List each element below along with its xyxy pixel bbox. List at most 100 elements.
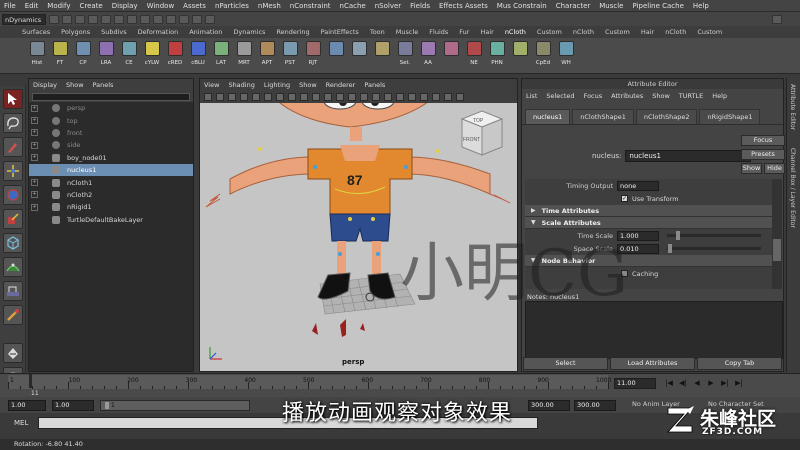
outliner-item-front[interactable]: + front [29,127,193,139]
snap-curve-icon[interactable] [140,14,150,24]
playback-start-field[interactable]: 1.00 [52,400,94,411]
outliner-menu-display[interactable]: Display [33,81,57,89]
outliner-item-boy-node01[interactable]: + boy_node01 [29,152,193,164]
menu-help[interactable]: Help [693,2,709,10]
ae-menu-help[interactable]: Help [712,92,727,100]
outliner-item-persp[interactable]: + persp [29,102,193,114]
shelf-tab-surfaces[interactable]: Surfaces [22,28,50,36]
camera-lock-icon[interactable] [420,93,428,101]
channel-box-toggle-icon[interactable] [772,14,782,24]
wireframe-icon[interactable] [288,93,296,101]
render-icon[interactable] [179,14,189,24]
shelf-button-cped[interactable]: CpEd [532,41,554,71]
section-time-attributes[interactable]: ▶ Time Attributes [525,205,772,217]
use-transform-checkbox[interactable]: ✓ [621,195,628,202]
menu-display[interactable]: Display [112,2,138,10]
hide-button[interactable]: Hide [764,163,785,174]
menu-create[interactable]: Create [79,2,102,10]
select-tool-icon[interactable] [3,89,23,109]
shelf-tab-muscle[interactable]: Muscle [396,28,419,36]
shadows-icon[interactable] [336,93,344,101]
tab-nrigidshape1[interactable]: nRigidShape1 [699,109,761,124]
shelf-button-cp[interactable]: CP [72,41,94,71]
go-to-start-button[interactable]: |◀ [662,378,676,389]
start-time-field[interactable]: 1.00 [8,400,46,411]
menu-muscle[interactable]: Muscle [599,2,623,10]
camera-attributes-icon[interactable] [216,93,224,101]
menu-set-dropdown[interactable]: nDynamics [2,13,46,25]
shelf-button-pst[interactable]: PST [279,41,301,71]
lights-icon[interactable] [324,93,332,101]
outliner-item-nrigid1[interactable]: + nRigid1 [29,201,193,213]
aa-icon[interactable] [396,93,404,101]
shelf-button-lat[interactable]: LAT [210,41,232,71]
menu-nparticles[interactable]: nParticles [215,2,249,10]
resolution-gate-icon[interactable] [276,93,284,101]
shelf-tab-painteffects[interactable]: PaintEffects [321,28,359,36]
current-frame-field[interactable]: 11.00 [614,378,656,389]
shelf-button-rjt[interactable]: RJT [302,41,324,71]
textured-icon[interactable] [312,93,320,101]
menu-character[interactable]: Character [556,2,591,10]
ipr-icon[interactable] [192,14,202,24]
viewport-menu-show[interactable]: Show [299,81,317,89]
expand-plus-icon[interactable]: + [31,117,38,125]
select-component-icon[interactable] [114,14,124,24]
play-backwards-button[interactable]: ◀ [690,378,704,389]
ae-menu-list[interactable]: List [526,92,537,100]
outliner-item-nucleus1[interactable]: nucleus1 [29,163,193,177]
shelf-button-tool-13[interactable] [325,41,347,71]
hq-render-icon[interactable] [372,93,380,101]
shelf-button-tool-21[interactable] [509,41,531,71]
range-slider-handle[interactable] [105,402,109,409]
menu-ncache[interactable]: nCache [340,2,366,10]
shelf-tab-ncloth[interactable]: nCloth [573,28,594,36]
menu-nsolver[interactable]: nSolver [375,2,401,10]
shelf-button-mrt[interactable]: MRT [233,41,255,71]
show-button[interactable]: Show [741,163,762,174]
menu-nmesh[interactable]: nMesh [258,2,281,10]
side-tab-channel-box[interactable]: Channel Box / Layer Editor [789,148,796,228]
shelf-button-cylw[interactable]: cYLW [141,41,163,71]
view-cube[interactable]: TOP FRONT [460,110,504,156]
range-slider[interactable]: 1 [100,400,250,411]
smooth-shade-icon[interactable] [300,93,308,101]
history-icon[interactable] [166,14,176,24]
layout-icon[interactable] [3,343,23,363]
image-plane-icon[interactable] [240,93,248,101]
xray-icon[interactable] [348,93,356,101]
timing-output-dropdown[interactable]: none [617,180,659,191]
film-gate-icon[interactable] [264,93,272,101]
ae-menu-selected[interactable]: Selected [546,92,574,100]
universal-manipulator-icon[interactable] [3,233,23,253]
expand-plus-icon[interactable]: + [31,179,38,187]
attribute-scrollbar-thumb[interactable] [773,239,781,261]
outliner-menu-panels[interactable]: Panels [93,81,114,89]
viewport-menu-panels[interactable]: Panels [364,81,385,89]
side-tab-attribute-editor[interactable]: Attribute Editor [789,84,796,130]
menu-effects-assets[interactable]: Effects Assets [439,2,488,10]
space-scale-slider-handle[interactable] [667,244,672,253]
snap-grid-icon[interactable] [127,14,137,24]
time-ruler[interactable]: 1 100 200 300 400 500 600 700 800 900 1000 [8,375,611,389]
menu-modify[interactable]: Modify [47,2,70,10]
shelf-tab-hair[interactable]: Hair [641,28,654,36]
expand-plus-icon[interactable]: + [31,141,38,149]
bookmark-icon[interactable] [228,93,236,101]
shelf-tab-dynamics[interactable]: Dynamics [233,28,265,36]
shelf-tab-polygons[interactable]: Polygons [61,28,90,36]
time-slider[interactable]: 1 100 200 300 400 500 600 700 800 900 1000 11 11.0… [0,373,800,397]
shelf-button-cred[interactable]: cRED [164,41,186,71]
shelf-tab-fluids[interactable]: Fluids [429,28,448,36]
shelf-button-tool-15[interactable] [371,41,393,71]
attribute-scrollbar[interactable] [772,179,782,289]
move-tool-icon[interactable] [3,161,23,181]
play-forwards-button[interactable]: ▶ [704,378,718,389]
shelf-tab-toon[interactable]: Toon [370,28,385,36]
load-attributes-button[interactable]: Load Attributes [610,357,695,370]
grid-toggle-icon[interactable] [252,93,260,101]
shelf-tab-animation[interactable]: Animation [189,28,222,36]
shelf-tab-ncloth[interactable]: nCloth [665,28,686,36]
expand-plus-icon[interactable]: + [31,203,38,211]
outliner-item-top[interactable]: + top [29,114,193,126]
